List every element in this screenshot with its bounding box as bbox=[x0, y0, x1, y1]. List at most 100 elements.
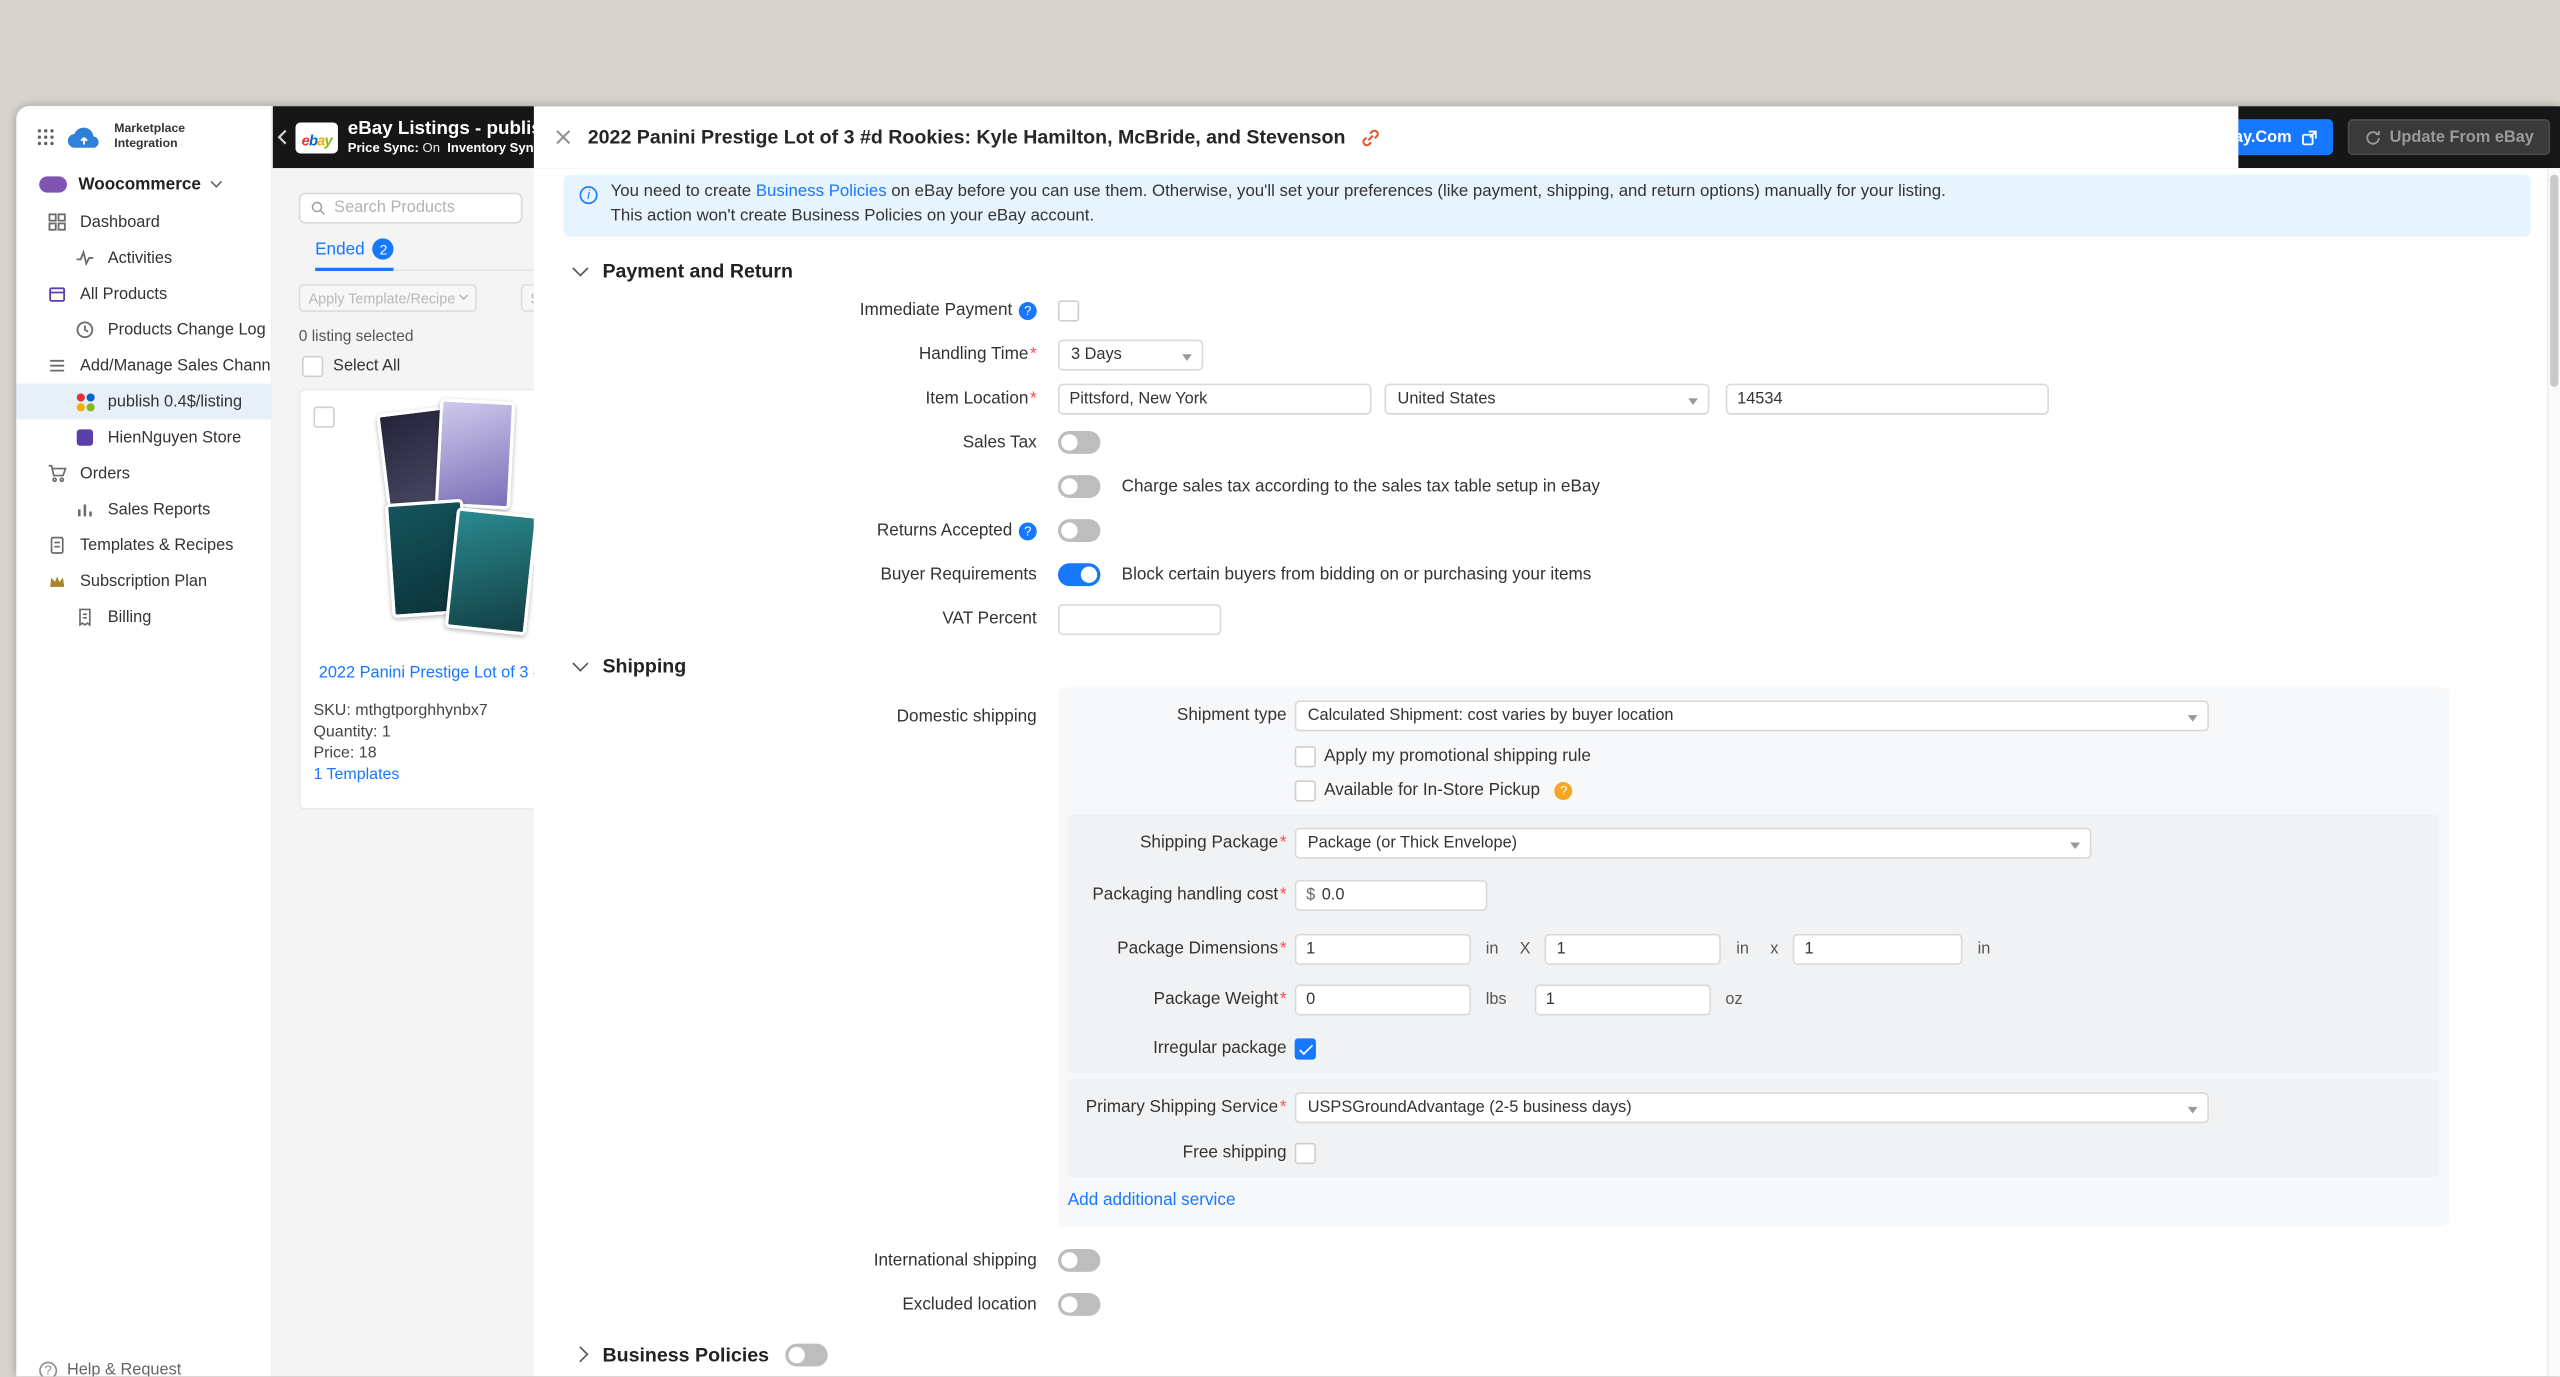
instore-pickup-checkbox[interactable] bbox=[1295, 780, 1316, 801]
free-shipping-checkbox[interactable] bbox=[1295, 1143, 1316, 1164]
collapse-panel-icon[interactable] bbox=[273, 124, 293, 150]
weight-oz-input[interactable] bbox=[1534, 984, 1710, 1015]
dashboard-icon bbox=[47, 212, 67, 232]
handling-time-select[interactable]: 3 Days bbox=[1058, 339, 1203, 370]
dimension-height-input[interactable] bbox=[1793, 934, 1963, 965]
search-icon bbox=[310, 199, 326, 217]
sidebar-item-publish-channel[interactable]: publish 0.4$/listing bbox=[16, 384, 271, 420]
row-excluded-location: Excluded location bbox=[534, 1290, 2560, 1321]
app-window: Marketplace Integration Woocommerce Dash… bbox=[16, 106, 2560, 1376]
store-selector[interactable]: Woocommerce bbox=[16, 165, 271, 204]
bar-chart-icon bbox=[75, 500, 95, 520]
close-icon[interactable] bbox=[553, 127, 573, 147]
international-shipping-toggle[interactable] bbox=[1058, 1250, 1100, 1273]
search-products-box[interactable] bbox=[299, 193, 523, 224]
chevron-right-icon bbox=[572, 1347, 588, 1363]
sidebar-item-dashboard[interactable]: Dashboard bbox=[16, 204, 271, 240]
domestic-shipping-panel: Shipment type Calculated Shipment: cost … bbox=[1058, 687, 2449, 1226]
search-input[interactable] bbox=[334, 199, 511, 217]
row-item-location: Item Location United States bbox=[534, 383, 2560, 414]
scrollbar-thumb[interactable] bbox=[2550, 175, 2558, 387]
buyer-requirements-toggle[interactable] bbox=[1058, 564, 1100, 587]
apps-grid-icon[interactable] bbox=[36, 127, 56, 147]
bulk-actions-row: Apply Template/Recipe Sel bbox=[299, 284, 534, 312]
listings-panel: Ended 2 Apply Template/Recipe Sel 0 list… bbox=[273, 168, 534, 1376]
question-icon[interactable] bbox=[1555, 782, 1573, 800]
chevron-down-icon bbox=[1182, 354, 1192, 361]
select-all-checkbox[interactable] bbox=[302, 356, 323, 377]
info-banner: You need to create Business Policies on … bbox=[563, 175, 2530, 237]
item-location-zip-input[interactable] bbox=[1726, 383, 2049, 414]
ebay-logo: ebay bbox=[296, 122, 338, 153]
chevron-down-icon bbox=[459, 291, 468, 300]
question-icon[interactable] bbox=[1019, 302, 1037, 320]
cloud-logo-icon bbox=[67, 127, 103, 147]
domestic-shipping-block: Domestic shipping Shipment type Calculat… bbox=[534, 687, 2560, 1226]
dimension-length-input[interactable] bbox=[1295, 934, 1471, 965]
row-sales-tax-table: Charge sales tax according to the sales … bbox=[534, 472, 2560, 503]
active-tab-indicator bbox=[315, 268, 394, 271]
sidebar-item-templates-recipes[interactable]: Templates & Recipes bbox=[16, 527, 271, 563]
chevron-down-icon bbox=[572, 260, 588, 276]
scrollbar-track[interactable] bbox=[2547, 168, 2560, 1376]
sidebar-item-sales-reports[interactable]: Sales Reports bbox=[16, 491, 271, 527]
weight-lbs-input[interactable] bbox=[1295, 984, 1471, 1015]
info-icon bbox=[580, 186, 598, 204]
sidebar-item-sales-channels[interactable]: Add/Manage Sales Channels bbox=[16, 348, 271, 384]
product-card[interactable]: 2022 Panini Prestige Lot of 3 # SKU: mth… bbox=[299, 389, 534, 810]
sales-tax-table-toggle[interactable] bbox=[1058, 476, 1100, 499]
row-primary-service: Primary Shipping Service USPSGroundAdvan… bbox=[1068, 1092, 2439, 1123]
product-templates-link[interactable]: 1 Templates bbox=[313, 766, 399, 784]
item-location-country-select[interactable]: United States bbox=[1384, 383, 1709, 414]
row-instore-pickup: Available for In-Store Pickup bbox=[1058, 780, 2449, 801]
item-location-city-input[interactable] bbox=[1058, 383, 1371, 414]
sales-tax-toggle[interactable] bbox=[1058, 432, 1100, 455]
sidebar-item-hiennguyen-store[interactable]: HienNguyen Store bbox=[16, 420, 271, 456]
sidebar: Marketplace Integration Woocommerce Dash… bbox=[16, 106, 272, 1376]
row-shipping-package: Shipping Package Package (or Thick Envel… bbox=[1068, 827, 2439, 858]
shipping-package-select[interactable]: Package (or Thick Envelope) bbox=[1295, 827, 2092, 858]
chain-link-icon[interactable] bbox=[1360, 127, 1381, 148]
primary-shipping-service-select[interactable]: USPSGroundAdvantage (2-5 business days) bbox=[1295, 1092, 2209, 1123]
vat-percent-input[interactable] bbox=[1058, 604, 1221, 635]
receipt-icon bbox=[75, 607, 95, 627]
dimension-width-input[interactable] bbox=[1545, 934, 1721, 965]
tab-ended-count-badge: 2 bbox=[373, 238, 394, 259]
sidebar-item-subscription-plan[interactable]: Subscription Plan bbox=[16, 563, 271, 599]
business-policies-link[interactable]: Business Policies bbox=[756, 183, 887, 201]
chevron-down-icon bbox=[2070, 842, 2080, 849]
row-returns-accepted: Returns Accepted bbox=[534, 516, 2560, 547]
banner-line1: You need to create Business Policies on … bbox=[611, 181, 1946, 205]
product-title-link[interactable]: 2022 Panini Prestige Lot of 3 # bbox=[313, 664, 533, 682]
promo-rule-checkbox[interactable] bbox=[1295, 746, 1316, 767]
immediate-payment-checkbox[interactable] bbox=[1058, 300, 1079, 321]
question-icon[interactable] bbox=[1019, 522, 1037, 540]
section-payment-and-return[interactable]: Payment and Return bbox=[575, 259, 2560, 282]
tab-ended[interactable]: Ended 2 bbox=[315, 238, 394, 259]
sidebar-item-activities[interactable]: Activities bbox=[16, 240, 271, 276]
chevron-down-icon bbox=[211, 176, 223, 188]
row-international-shipping: International shipping bbox=[534, 1245, 2560, 1276]
add-additional-service-link[interactable]: Add additional service bbox=[1068, 1190, 1236, 1210]
help-request-link[interactable]: Help & Request bbox=[16, 1353, 181, 1376]
apply-template-button[interactable]: Apply Template/Recipe bbox=[299, 284, 477, 312]
packaging-cost-input[interactable] bbox=[1322, 886, 1420, 904]
shipment-type-select[interactable]: Calculated Shipment: cost varies by buye… bbox=[1295, 700, 2209, 731]
section-business-policies[interactable]: Business Policies bbox=[575, 1343, 2560, 1366]
crown-icon bbox=[47, 571, 67, 591]
sidebar-item-products-change-log[interactable]: Products Change Log bbox=[16, 312, 271, 348]
product-price: Price: 18 bbox=[313, 744, 376, 762]
row-free-shipping: Free shipping bbox=[1068, 1143, 2439, 1164]
product-quantity: Quantity: 1 bbox=[313, 723, 390, 741]
irregular-package-checkbox[interactable] bbox=[1295, 1038, 1316, 1059]
section-shipping[interactable]: Shipping bbox=[575, 654, 2560, 677]
currency-prefix: $ bbox=[1306, 886, 1315, 904]
secondary-action-button[interactable]: Sel bbox=[521, 284, 534, 312]
sidebar-item-all-products[interactable]: All Products bbox=[16, 276, 271, 312]
returns-accepted-toggle[interactable] bbox=[1058, 520, 1100, 543]
business-policies-toggle[interactable] bbox=[785, 1343, 827, 1366]
product-checkbox[interactable] bbox=[313, 407, 334, 428]
excluded-location-toggle[interactable] bbox=[1058, 1294, 1100, 1317]
sidebar-item-billing[interactable]: Billing bbox=[16, 599, 271, 635]
sidebar-item-orders[interactable]: Orders bbox=[16, 456, 271, 492]
